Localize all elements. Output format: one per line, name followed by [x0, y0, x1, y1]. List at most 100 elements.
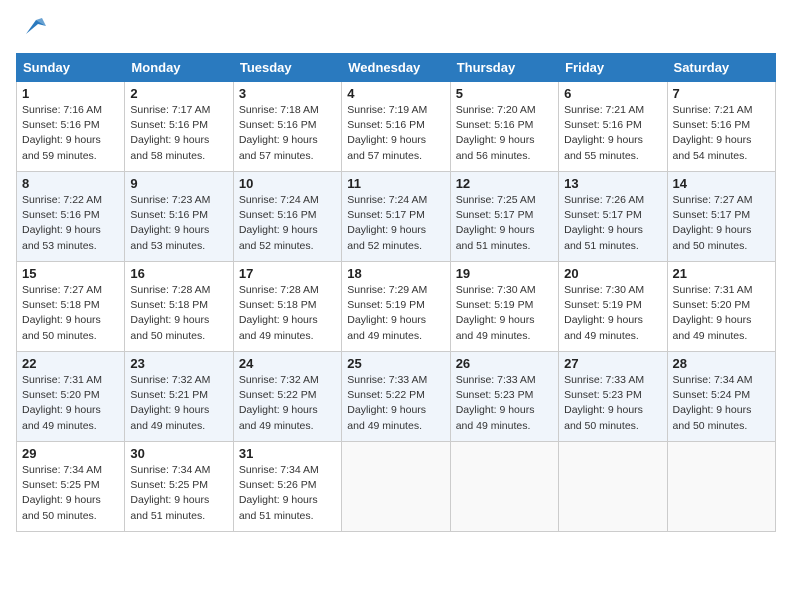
- day-cell: 1Sunrise: 7:16 AMSunset: 5:16 PMDaylight…: [17, 82, 125, 172]
- day-info: Sunrise: 7:34 AMSunset: 5:25 PMDaylight:…: [130, 463, 227, 524]
- day-cell: [559, 442, 667, 532]
- day-info: Sunrise: 7:30 AMSunset: 5:19 PMDaylight:…: [456, 283, 553, 344]
- logo-bird-icon: [20, 16, 46, 38]
- week-row-2: 8 Sunrise: 7:22 AMSunset: 5:16 PMDaylight…: [17, 172, 776, 262]
- day-cell: 24 Sunrise: 7:32 AMSunset: 5:22 PMDayligh…: [233, 352, 341, 442]
- day-info: Sunrise: 7:21 AMSunset: 5:16 PMDaylight:…: [673, 103, 770, 164]
- day-info: Sunrise: 7:21 AMSunset: 5:16 PMDaylight:…: [564, 103, 661, 164]
- column-header-tuesday: Tuesday: [233, 54, 341, 82]
- day-number: 16: [130, 266, 227, 281]
- day-number: 15: [22, 266, 119, 281]
- day-info: Sunrise: 7:32 AMSunset: 5:21 PMDaylight:…: [130, 373, 227, 434]
- day-info: Sunrise: 7:24 AMSunset: 5:17 PMDaylight:…: [347, 193, 444, 254]
- day-number: 26: [456, 356, 553, 371]
- week-row-3: 15 Sunrise: 7:27 AMSunset: 5:18 PMDayligh…: [17, 262, 776, 352]
- day-cell: 2 Sunrise: 7:17 AMSunset: 5:16 PMDaylight…: [125, 82, 233, 172]
- day-number: 17: [239, 266, 336, 281]
- day-number: 5: [456, 86, 553, 101]
- day-number: 31: [239, 446, 336, 461]
- day-cell: 10 Sunrise: 7:24 AMSunset: 5:16 PMDayligh…: [233, 172, 341, 262]
- day-info: Sunrise: 7:24 AMSunset: 5:16 PMDaylight:…: [239, 193, 336, 254]
- day-number: 3: [239, 86, 336, 101]
- day-cell: 3 Sunrise: 7:18 AMSunset: 5:16 PMDaylight…: [233, 82, 341, 172]
- day-number: 12: [456, 176, 553, 191]
- day-number: 18: [347, 266, 444, 281]
- day-info: Sunrise: 7:25 AMSunset: 5:17 PMDaylight:…: [456, 193, 553, 254]
- day-number: 27: [564, 356, 661, 371]
- day-info: Sunrise: 7:26 AMSunset: 5:17 PMDaylight:…: [564, 193, 661, 254]
- column-header-saturday: Saturday: [667, 54, 775, 82]
- column-header-sunday: Sunday: [17, 54, 125, 82]
- day-number: 8: [22, 176, 119, 191]
- day-info: Sunrise: 7:29 AMSunset: 5:19 PMDaylight:…: [347, 283, 444, 344]
- day-info: Sunrise: 7:33 AMSunset: 5:23 PMDaylight:…: [456, 373, 553, 434]
- day-info: Sunrise: 7:33 AMSunset: 5:22 PMDaylight:…: [347, 373, 444, 434]
- day-cell: 29 Sunrise: 7:34 AMSunset: 5:25 PMDayligh…: [17, 442, 125, 532]
- week-row-4: 22 Sunrise: 7:31 AMSunset: 5:20 PMDayligh…: [17, 352, 776, 442]
- day-cell: 28 Sunrise: 7:34 AMSunset: 5:24 PMDayligh…: [667, 352, 775, 442]
- day-number: 19: [456, 266, 553, 281]
- day-info: Sunrise: 7:28 AMSunset: 5:18 PMDaylight:…: [239, 283, 336, 344]
- day-info: Sunrise: 7:19 AMSunset: 5:16 PMDaylight:…: [347, 103, 444, 164]
- day-cell: 19 Sunrise: 7:30 AMSunset: 5:19 PMDayligh…: [450, 262, 558, 352]
- day-number: 24: [239, 356, 336, 371]
- day-cell: 20 Sunrise: 7:30 AMSunset: 5:19 PMDayligh…: [559, 262, 667, 352]
- day-cell: 25 Sunrise: 7:33 AMSunset: 5:22 PMDayligh…: [342, 352, 450, 442]
- day-info: Sunrise: 7:27 AMSunset: 5:17 PMDaylight:…: [673, 193, 770, 254]
- calendar-header-row: SundayMondayTuesdayWednesdayThursdayFrid…: [17, 54, 776, 82]
- day-cell: 4 Sunrise: 7:19 AMSunset: 5:16 PMDaylight…: [342, 82, 450, 172]
- day-cell: 5 Sunrise: 7:20 AMSunset: 5:16 PMDaylight…: [450, 82, 558, 172]
- day-number: 29: [22, 446, 119, 461]
- day-number: 28: [673, 356, 770, 371]
- day-cell: 21 Sunrise: 7:31 AMSunset: 5:20 PMDayligh…: [667, 262, 775, 352]
- day-cell: 23 Sunrise: 7:32 AMSunset: 5:21 PMDayligh…: [125, 352, 233, 442]
- day-number: 20: [564, 266, 661, 281]
- day-info: Sunrise: 7:34 AMSunset: 5:25 PMDaylight:…: [22, 463, 119, 524]
- calendar-table: SundayMondayTuesdayWednesdayThursdayFrid…: [16, 53, 776, 532]
- day-info: Sunrise: 7:22 AMSunset: 5:16 PMDaylight:…: [22, 193, 119, 254]
- day-cell: 26 Sunrise: 7:33 AMSunset: 5:23 PMDayligh…: [450, 352, 558, 442]
- day-cell: [667, 442, 775, 532]
- day-info: Sunrise: 7:32 AMSunset: 5:22 PMDaylight:…: [239, 373, 336, 434]
- day-cell: 6Sunrise: 7:21 AMSunset: 5:16 PMDaylight…: [559, 82, 667, 172]
- day-number: 23: [130, 356, 227, 371]
- day-number: 30: [130, 446, 227, 461]
- day-info: Sunrise: 7:23 AMSunset: 5:16 PMDaylight:…: [130, 193, 227, 254]
- day-cell: 18 Sunrise: 7:29 AMSunset: 5:19 PMDayligh…: [342, 262, 450, 352]
- day-cell: 15 Sunrise: 7:27 AMSunset: 5:18 PMDayligh…: [17, 262, 125, 352]
- day-cell: 17 Sunrise: 7:28 AMSunset: 5:18 PMDayligh…: [233, 262, 341, 352]
- day-info: Sunrise: 7:17 AMSunset: 5:16 PMDaylight:…: [130, 103, 227, 164]
- day-number: 25: [347, 356, 444, 371]
- day-cell: 12 Sunrise: 7:25 AMSunset: 5:17 PMDayligh…: [450, 172, 558, 262]
- day-number: 2: [130, 86, 227, 101]
- day-info: Sunrise: 7:31 AMSunset: 5:20 PMDaylight:…: [673, 283, 770, 344]
- day-number: 22: [22, 356, 119, 371]
- day-number: 13: [564, 176, 661, 191]
- day-cell: 31Sunrise: 7:34 AMSunset: 5:26 PMDayligh…: [233, 442, 341, 532]
- day-cell: 9Sunrise: 7:23 AMSunset: 5:16 PMDaylight…: [125, 172, 233, 262]
- day-info: Sunrise: 7:31 AMSunset: 5:20 PMDaylight:…: [22, 373, 119, 434]
- day-info: Sunrise: 7:34 AMSunset: 5:24 PMDaylight:…: [673, 373, 770, 434]
- day-number: 11: [347, 176, 444, 191]
- day-number: 10: [239, 176, 336, 191]
- day-info: Sunrise: 7:30 AMSunset: 5:19 PMDaylight:…: [564, 283, 661, 344]
- day-cell: 27 Sunrise: 7:33 AMSunset: 5:23 PMDayligh…: [559, 352, 667, 442]
- column-header-friday: Friday: [559, 54, 667, 82]
- header: [16, 16, 776, 43]
- day-number: 7: [673, 86, 770, 101]
- day-number: 21: [673, 266, 770, 281]
- day-info: Sunrise: 7:27 AMSunset: 5:18 PMDaylight:…: [22, 283, 119, 344]
- day-cell: 14 Sunrise: 7:27 AMSunset: 5:17 PMDayligh…: [667, 172, 775, 262]
- day-cell: 7 Sunrise: 7:21 AMSunset: 5:16 PMDaylight…: [667, 82, 775, 172]
- week-row-5: 29 Sunrise: 7:34 AMSunset: 5:25 PMDayligh…: [17, 442, 776, 532]
- day-number: 14: [673, 176, 770, 191]
- column-header-monday: Monday: [125, 54, 233, 82]
- day-info: Sunrise: 7:33 AMSunset: 5:23 PMDaylight:…: [564, 373, 661, 434]
- day-cell: 30 Sunrise: 7:34 AMSunset: 5:25 PMDayligh…: [125, 442, 233, 532]
- day-info: Sunrise: 7:18 AMSunset: 5:16 PMDaylight:…: [239, 103, 336, 164]
- day-info: Sunrise: 7:20 AMSunset: 5:16 PMDaylight:…: [456, 103, 553, 164]
- day-cell: 13 Sunrise: 7:26 AMSunset: 5:17 PMDayligh…: [559, 172, 667, 262]
- column-header-thursday: Thursday: [450, 54, 558, 82]
- day-number: 4: [347, 86, 444, 101]
- day-number: 1: [22, 86, 119, 101]
